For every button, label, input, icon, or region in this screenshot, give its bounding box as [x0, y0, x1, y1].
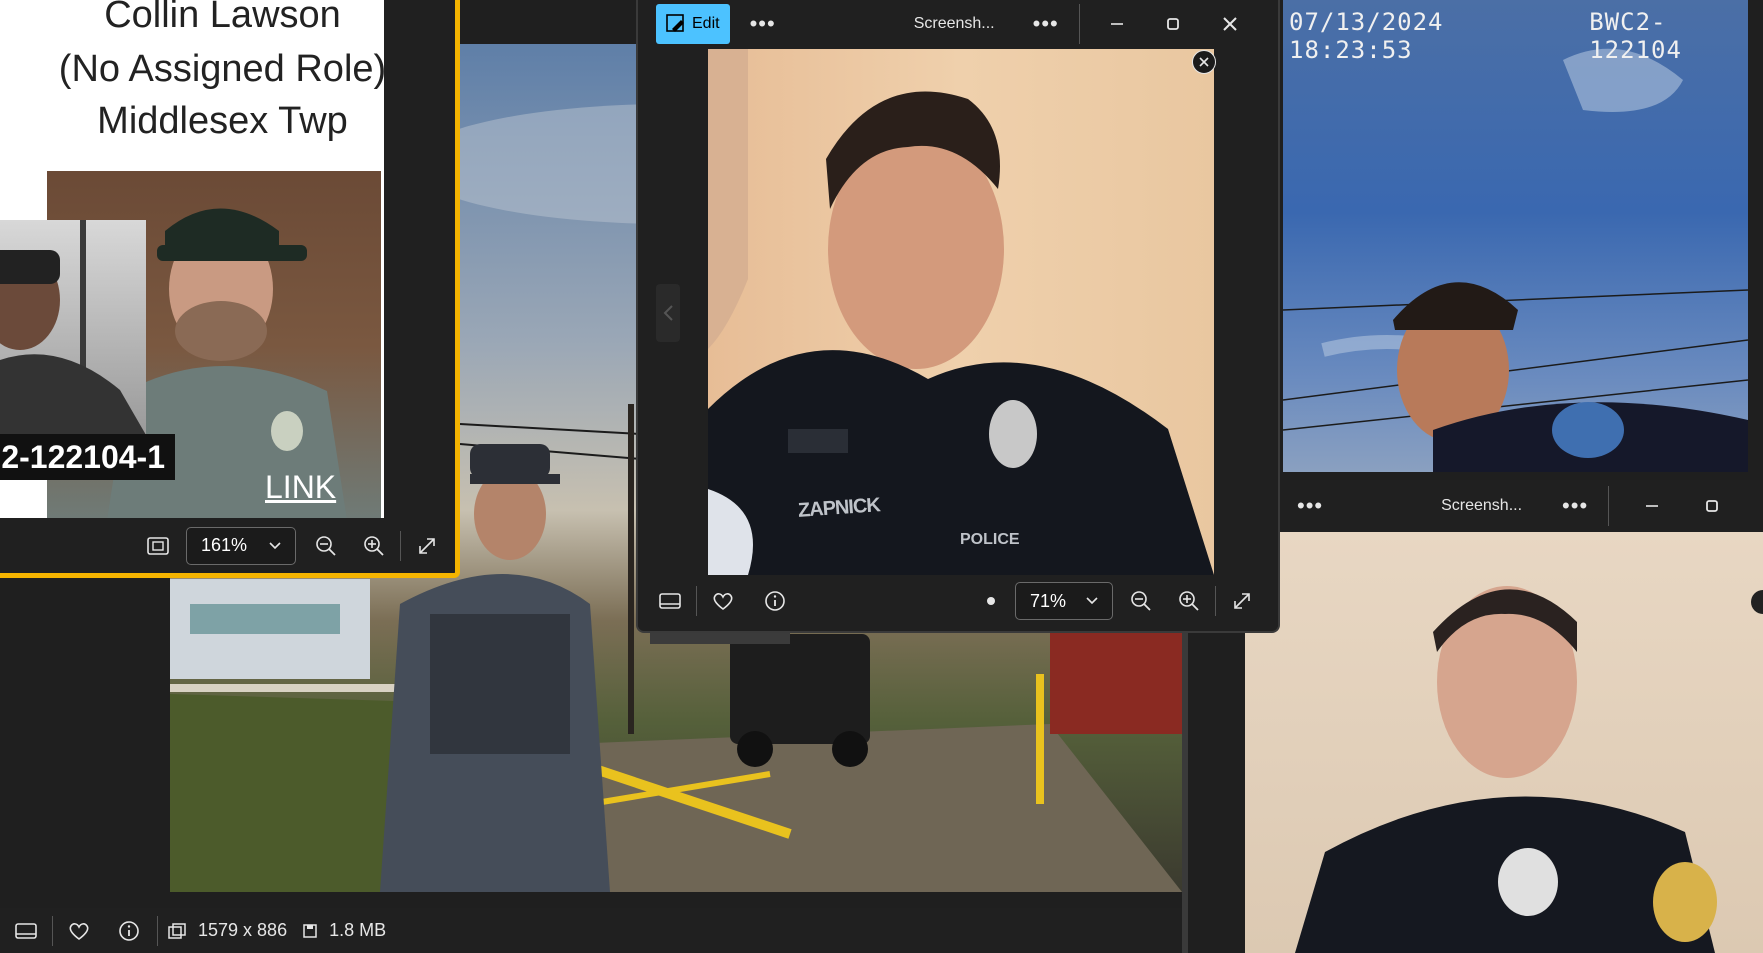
zoom-in-icon[interactable] [1169, 581, 1209, 621]
close-icon[interactable] [1222, 16, 1238, 32]
right-window-title: Screensh... [1441, 497, 1523, 514]
main-viewer-toolbar: 71% [638, 575, 1278, 627]
info-icon[interactable] [755, 581, 795, 621]
badge-label: 2-122104-1 [0, 434, 175, 480]
slide-second-photo [0, 220, 146, 435]
file-size: 1.8 MB [329, 920, 387, 940]
main-window-title: Screensh... [913, 15, 995, 32]
chevron-down-icon [1086, 597, 1098, 605]
image-dimensions: 1579 x 886 [198, 920, 288, 940]
edit-image-icon [666, 14, 686, 34]
separator [1078, 4, 1080, 44]
main-officer-photo: ZAPNICK POLICE [708, 49, 1214, 575]
left-zoom-value: 161% [201, 535, 248, 555]
dimensions-icon [168, 922, 186, 939]
more-options-icon[interactable]: ••• [1562, 493, 1588, 519]
maximize-icon[interactable] [1705, 499, 1719, 513]
zoom-in-icon[interactable] [354, 526, 394, 566]
expand-icon[interactable] [407, 526, 447, 566]
edit-label: Edit [692, 15, 720, 32]
heart-icon[interactable] [59, 911, 99, 951]
chevron-down-icon [269, 541, 281, 550]
bottom-bar: 1579 x 886 1.8 MB [0, 908, 1182, 953]
slide-role: (No Assigned Role) [58, 48, 384, 90]
separator [400, 530, 401, 561]
separator [1215, 586, 1216, 616]
zoom-out-icon[interactable] [1121, 581, 1161, 621]
right-officer-photo [1245, 532, 1763, 953]
right-viewer-window: ••• Screensh... ••• [1245, 480, 1763, 953]
bodycam-timestamp: 07/13/2024 18:23:53 [1289, 8, 1444, 64]
filmstrip-icon[interactable] [6, 911, 46, 951]
right-viewer-titlebar: ••• Screensh... ••• [1245, 480, 1763, 532]
info-icon[interactable] [109, 911, 149, 951]
dot-indicator-icon [987, 597, 995, 605]
fit-to-window-icon[interactable] [138, 526, 178, 566]
more-options-icon[interactable]: ••• [1033, 11, 1059, 37]
left-zoom-dropdown[interactable]: 161% [186, 526, 296, 565]
minimize-icon[interactable] [1645, 499, 1659, 513]
slide-name: Collin Lawson [104, 0, 341, 36]
slide-department: Middlesex Twp [97, 100, 348, 142]
separator [157, 915, 158, 946]
maximize-icon[interactable] [1166, 17, 1180, 31]
close-circle-icon[interactable] [1192, 50, 1216, 74]
bodycam-id: BWC2-122104 [1589, 8, 1682, 64]
main-zoom-value: 71% [1030, 590, 1067, 611]
zoom-out-icon[interactable] [306, 526, 346, 566]
main-zoom-dropdown[interactable]: 71% [1015, 582, 1113, 620]
main-viewer-window: Edit ••• Screensh... ••• ZAPNICK POLICE [636, 0, 1280, 633]
filmstrip-icon[interactable] [650, 581, 690, 621]
previous-image-button[interactable] [656, 284, 680, 342]
viewer-divider [1182, 620, 1188, 953]
patch-text: POLICE [960, 531, 1020, 548]
separator [696, 586, 697, 616]
expand-icon[interactable] [1222, 581, 1262, 621]
bodycam-closeup-photo: 07/13/2024 18:23:53 BWC2-122104 [1283, 0, 1748, 472]
slide-link[interactable]: LINK [265, 469, 336, 506]
left-viewer-window: Collin Lawson (No Assigned Role) Middles… [0, 0, 460, 578]
main-viewer-titlebar: Edit ••• Screensh... ••• [638, 0, 1278, 48]
more-options-icon[interactable]: ••• [750, 11, 776, 37]
save-icon [303, 923, 317, 938]
edit-button[interactable]: Edit [656, 4, 730, 44]
minimize-icon[interactable] [1110, 17, 1124, 31]
separator [1608, 486, 1610, 526]
slide-image: Collin Lawson (No Assigned Role) Middles… [0, 0, 384, 520]
more-options-icon[interactable]: ••• [1297, 493, 1323, 519]
chevron-left-icon [663, 305, 673, 321]
separator [52, 915, 53, 946]
heart-icon[interactable] [703, 581, 743, 621]
left-viewer-toolbar: 161% [0, 518, 455, 573]
bodycam-overlay: 07/13/2024 18:23:53 BWC2-122104 [1283, 8, 1748, 64]
